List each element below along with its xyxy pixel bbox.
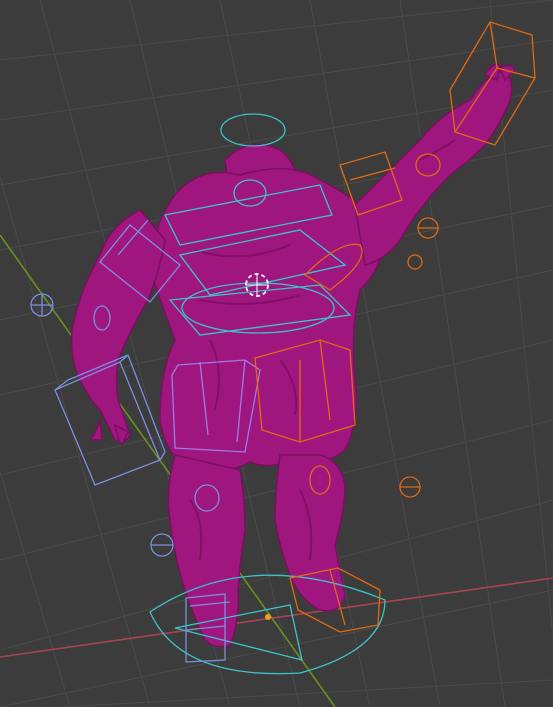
muscular-character-mesh[interactable]	[70, 63, 516, 648]
right-wrist-gizmo	[407, 254, 423, 270]
viewport-canvas[interactable]	[0, 0, 553, 707]
x-axis-line	[0, 577, 553, 658]
world-origin-dot	[265, 614, 271, 620]
3d-viewport[interactable]	[0, 0, 553, 707]
